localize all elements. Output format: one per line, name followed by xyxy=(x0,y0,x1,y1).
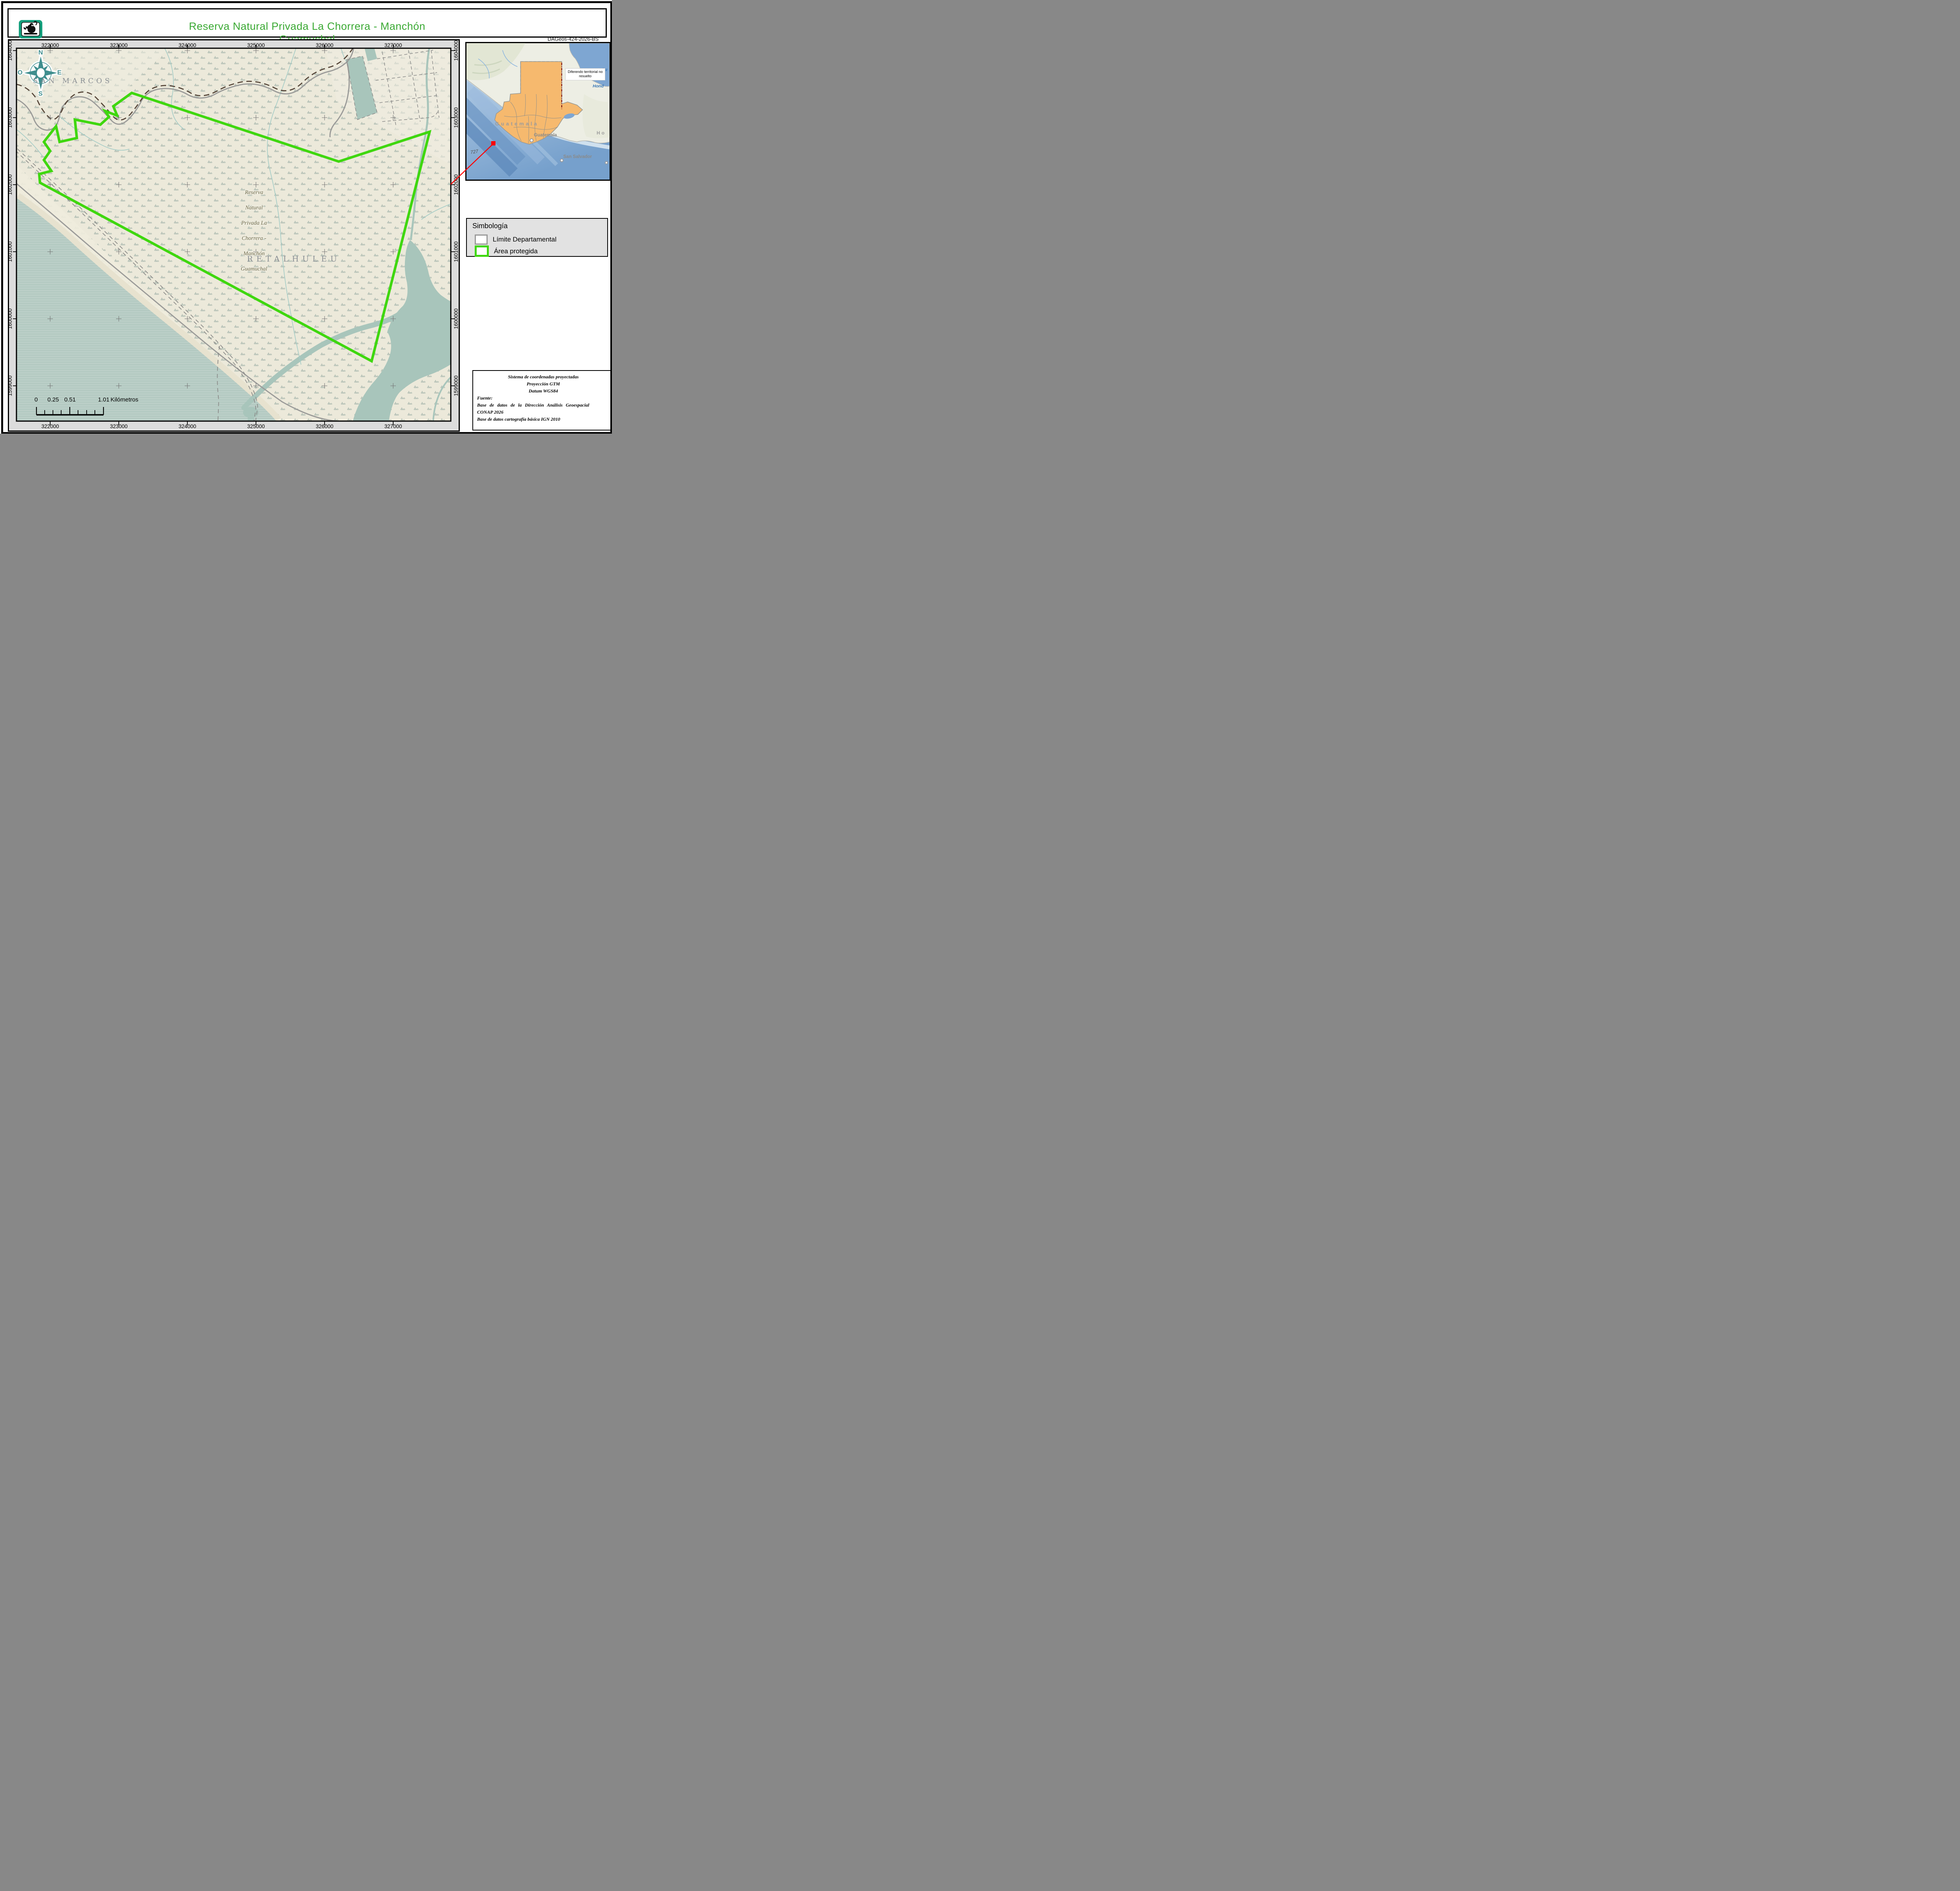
page-border xyxy=(1,1,612,434)
map-document-page: CONAP Reserva Natural Privada La Chorrer… xyxy=(0,0,612,434)
